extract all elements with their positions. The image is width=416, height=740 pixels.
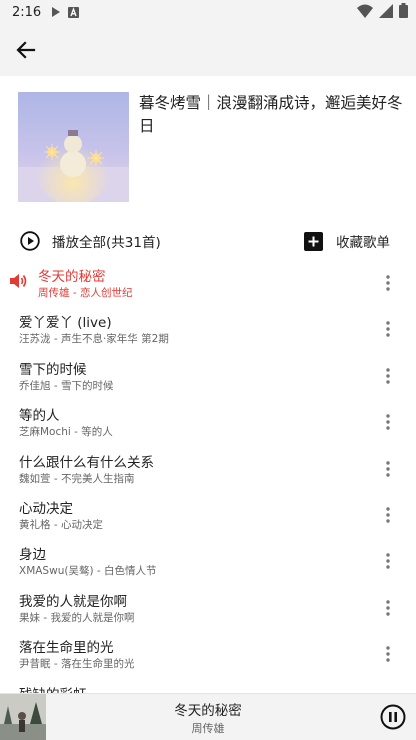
song-title: 爱丫爱丫 (live) <box>19 315 112 332</box>
battery-icon <box>399 3 408 18</box>
more-options-button[interactable] <box>378 551 398 571</box>
more-options-button[interactable] <box>378 319 398 339</box>
more-vert-icon <box>386 460 390 477</box>
song-title: 身边 <box>19 547 46 564</box>
song-row-now-playing[interactable]: 冬天的秘密 周传雄 - 恋人创世纪 <box>0 260 416 306</box>
song-row[interactable]: 爱丫爱丫 (live) 汪苏泷 - 声生不息·家年华 第2期 <box>0 306 416 352</box>
mini-player-cover[interactable] <box>0 694 46 740</box>
song-title: 什么跟什么有什么关系 <box>19 454 154 471</box>
playlist-content: 暮冬烤雪｜浪漫翻涌成诗，邂逅美好冬日 播放全部(共31首) 收藏歌单 冬天的秘密… <box>0 76 416 693</box>
speaker-icon <box>10 274 27 288</box>
status-time: 2:16 <box>12 4 42 20</box>
pause-button[interactable] <box>380 704 406 730</box>
song-title: 雪下的时候 <box>19 361 87 378</box>
song-title: 等的人 <box>19 408 60 425</box>
playlist-title: 暮冬烤雪｜浪漫翻涌成诗，邂逅美好冬日 <box>139 94 403 135</box>
song-artist-album: 乔佳旭 - 雪下的时候 <box>19 379 114 392</box>
song-row[interactable]: 身边 XMASwu(吴骜) - 白色情人节 <box>0 538 416 584</box>
playlist-cover <box>18 92 129 202</box>
more-options-button[interactable] <box>378 598 398 618</box>
more-vert-icon <box>386 553 390 570</box>
song-artist-album: 黄礼格 - 心动决定 <box>19 518 103 531</box>
add-box-icon <box>304 231 323 251</box>
mini-player[interactable]: 冬天的秘密 周传雄 <box>0 693 416 740</box>
app-bar <box>0 24 416 76</box>
play-all-button[interactable]: 播放全部(共31首) <box>20 226 161 256</box>
arrow-left-icon <box>16 41 36 59</box>
more-vert-icon <box>386 414 390 430</box>
song-artist-album: 芝麻Mochi - 等的人 <box>19 426 113 439</box>
song-title: 残缺的彩虹 <box>19 683 87 693</box>
playlist-header: 暮冬烤雪｜浪漫翻涌成诗，邂逅美好冬日 <box>18 92 403 202</box>
song-title: 心动决定 <box>19 500 73 517</box>
more-vert-icon <box>386 368 390 384</box>
song-row[interactable]: 落在生命里的光 尹昔眠 - 落在生命里的光 <box>0 631 416 677</box>
song-artist-album: 魏如萱 - 不完美人生指南 <box>19 472 135 485</box>
mini-player-title: 冬天的秘密 <box>174 703 242 719</box>
song-artist-album: 尹昔眠 - 落在生命里的光 <box>19 658 135 671</box>
song-artist-album: 果妹 - 我爱的人就是你啊 <box>19 611 135 624</box>
song-row[interactable]: 雪下的时候 乔佳旭 - 雪下的时候 <box>0 353 416 399</box>
more-options-button[interactable] <box>378 412 398 432</box>
snowman-cover-image <box>18 92 129 202</box>
more-vert-icon <box>386 275 390 291</box>
status-bar: 2:16 <box>0 0 416 24</box>
song-row[interactable]: 什么跟什么有什么关系 魏如萱 - 不完美人生指南 <box>0 446 416 492</box>
more-options-button[interactable] <box>378 366 398 386</box>
more-options-button[interactable] <box>378 644 398 664</box>
song-artist-album: 周传雄 - 恋人创世纪 <box>38 287 133 299</box>
song-row[interactable]: 等的人 芝麻Mochi - 等的人 <box>0 399 416 445</box>
more-options-button[interactable] <box>378 273 398 293</box>
more-vert-icon <box>386 321 390 338</box>
song-row[interactable]: 残缺的彩虹 <box>0 678 416 693</box>
wifi-icon <box>357 4 373 18</box>
song-artist-album: XMASwu(吴骜) - 白色情人节 <box>19 565 157 578</box>
a-icon <box>68 6 80 18</box>
play-circle-icon <box>20 231 40 251</box>
mini-player-artist: 周传雄 <box>191 722 225 735</box>
pause-circle-icon <box>380 704 406 730</box>
more-options-button[interactable] <box>378 459 398 479</box>
signal-icon <box>379 3 393 18</box>
more-vert-icon <box>386 507 390 523</box>
song-row[interactable]: 心动决定 黄礼格 - 心动决定 <box>0 492 416 538</box>
collect-playlist-label: 收藏歌单 <box>336 235 390 251</box>
play-all-label: 播放全部(共31首) <box>52 235 161 251</box>
more-vert-icon <box>386 600 390 616</box>
song-title: 冬天的秘密 <box>38 269 106 285</box>
more-vert-icon <box>386 646 390 662</box>
song-title: 我爱的人就是你啊 <box>19 593 127 610</box>
song-row[interactable]: 我爱的人就是你啊 果妹 - 我爱的人就是你啊 <box>0 585 416 631</box>
song-list: 冬天的秘密 周传雄 - 恋人创世纪 爱丫爱丫 (live) 汪苏泷 - 声生不息… <box>0 260 416 693</box>
collect-playlist-button[interactable]: 收藏歌单 <box>304 226 390 256</box>
more-options-button[interactable] <box>378 505 398 525</box>
play-icon <box>52 7 61 17</box>
song-artist-album: 汪苏泷 - 声生不息·家年华 第2期 <box>19 333 169 346</box>
album-art-image <box>0 694 46 740</box>
back-button[interactable] <box>10 34 42 66</box>
playlist-actions: 播放全部(共31首) 收藏歌单 <box>0 226 416 256</box>
song-title: 落在生命里的光 <box>19 640 114 657</box>
